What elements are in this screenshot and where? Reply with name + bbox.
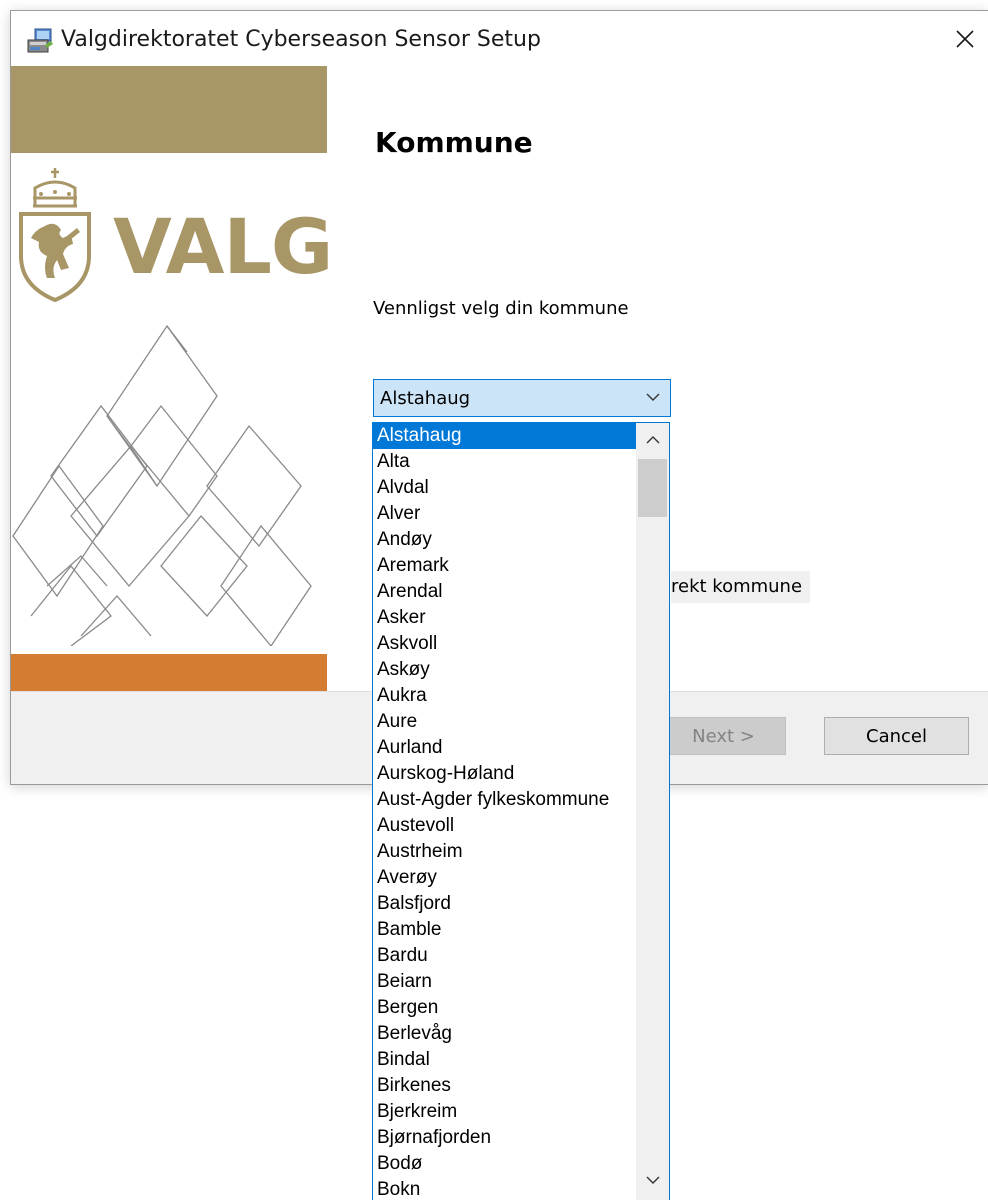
scroll-down-button[interactable] <box>636 1163 669 1197</box>
chevron-down-icon <box>646 1176 659 1184</box>
dropdown-item[interactable]: Beiarn <box>373 969 636 995</box>
dropdown-item[interactable]: Bjerkreim <box>373 1099 636 1125</box>
confirm-kommune-label: rekt kommune <box>671 571 811 603</box>
cancel-button[interactable]: Cancel <box>824 717 969 755</box>
window-title: Valgdirektoratet Cyberseason Sensor Setu… <box>61 27 541 52</box>
dropdown-item[interactable]: Aurskog-Høland <box>373 761 636 787</box>
coat-of-arms-logo <box>19 168 91 303</box>
dropdown-item[interactable]: Bardu <box>373 943 636 969</box>
dropdown-item[interactable]: Balsfjord <box>373 891 636 917</box>
dropdown-item[interactable]: Austevoll <box>373 813 636 839</box>
close-button[interactable] <box>942 17 988 61</box>
scroll-thumb[interactable] <box>638 459 667 517</box>
page-heading: Kommune <box>375 126 533 159</box>
next-button[interactable]: Next > <box>661 717 786 755</box>
dropdown-item[interactable]: Bokn <box>373 1177 636 1200</box>
dropdown-item[interactable]: Aust-Agder fylkeskommune <box>373 787 636 813</box>
dropdown-item[interactable]: Alta <box>373 449 636 475</box>
kommune-combobox[interactable]: Alstahaug <box>373 379 671 417</box>
dropdown-item[interactable]: Bamble <box>373 917 636 943</box>
dropdown-item[interactable]: Alstahaug <box>373 423 636 449</box>
dropdown-item[interactable]: Bodø <box>373 1151 636 1177</box>
dropdown-item[interactable]: Andøy <box>373 527 636 553</box>
dropdown-item[interactable]: Alver <box>373 501 636 527</box>
title-bar[interactable]: Valgdirektoratet Cyberseason Sensor Setu… <box>11 11 988 66</box>
installer-icon <box>27 28 53 53</box>
ballot-pattern-graphic <box>12 324 312 646</box>
dropdown-item[interactable]: Averøy <box>373 865 636 891</box>
dropdown-item[interactable]: Askøy <box>373 657 636 683</box>
side-banner: VALG <box>11 66 333 691</box>
instruction-text: Vennligst velg din kommune <box>373 298 629 319</box>
chevron-up-icon <box>646 436 659 444</box>
dropdown-item[interactable]: Askvoll <box>373 631 636 657</box>
dropdown-item[interactable]: Austrheim <box>373 839 636 865</box>
banner-gold-bar <box>11 66 327 153</box>
scroll-up-button[interactable] <box>636 423 669 457</box>
kommune-dropdown-list[interactable]: Alstahaug Alta Alvdal Alver Andøy Aremark Aren… <box>372 422 670 1200</box>
dropdown-item[interactable]: Aure <box>373 709 636 735</box>
dropdown-item[interactable]: Bjørnafjorden <box>373 1125 636 1151</box>
valg-logo-text: VALG <box>113 202 333 291</box>
dropdown-items: Alstahaug Alta Alvdal Alver Andøy Aremark Aren… <box>373 423 636 1200</box>
dropdown-item[interactable]: Berlevåg <box>373 1021 636 1047</box>
combobox-value: Alstahaug <box>380 388 471 409</box>
dropdown-item[interactable]: Bindal <box>373 1047 636 1073</box>
dropdown-item[interactable]: Arendal <box>373 579 636 605</box>
dropdown-scrollbar[interactable] <box>636 423 669 1200</box>
dropdown-item[interactable]: Alvdal <box>373 475 636 501</box>
dropdown-item[interactable]: Asker <box>373 605 636 631</box>
close-icon <box>956 30 974 48</box>
dropdown-item[interactable]: Aurland <box>373 735 636 761</box>
dropdown-item[interactable]: Bergen <box>373 995 636 1021</box>
banner-orange-bar <box>11 654 327 691</box>
dropdown-item[interactable]: Birkenes <box>373 1073 636 1099</box>
dropdown-item[interactable]: Aremark <box>373 553 636 579</box>
dropdown-item[interactable]: Aukra <box>373 683 636 709</box>
chevron-down-icon <box>646 393 660 401</box>
